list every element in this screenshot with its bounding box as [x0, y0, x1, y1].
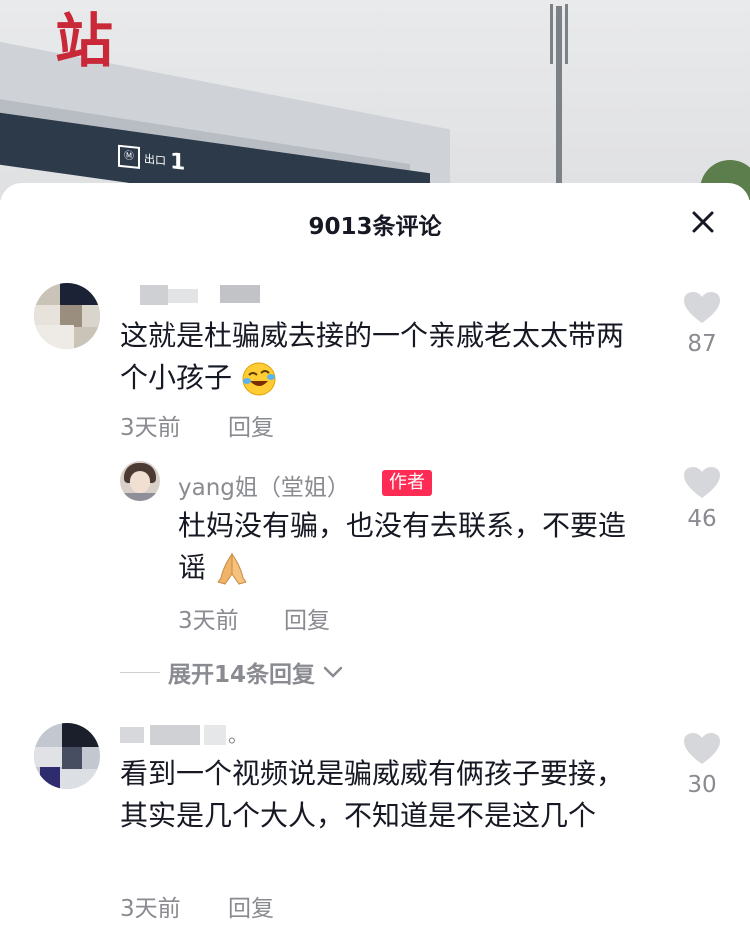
reply-button[interactable]: 回复 — [284, 601, 330, 635]
exit-number: 1 — [170, 148, 186, 176]
comment-text: 看到一个视频说是骗威威有俩孩子要接，其实是几个大人，不知道是不是这几个 — [120, 757, 625, 832]
author-avatar[interactable] — [120, 461, 160, 501]
expand-divider — [120, 671, 160, 673]
comment-time: 3天前 — [120, 896, 181, 922]
avatar[interactable] — [34, 283, 100, 349]
like-count: 87 — [687, 331, 717, 357]
reply-button[interactable]: 回复 — [228, 889, 274, 923]
antenna-tower — [556, 6, 562, 186]
station-sign: 站 — [55, 7, 116, 75]
rolling-laughing-emoji-icon — [242, 362, 276, 396]
like-count: 46 — [687, 506, 717, 532]
comments-count-title: 9013条评论 — [308, 214, 442, 240]
like-button[interactable]: 46 — [672, 466, 732, 532]
exit-label: 出口 — [144, 152, 166, 168]
metro-icon: Ⓜ — [118, 144, 140, 170]
like-button[interactable]: 30 — [672, 732, 732, 798]
comment-time: 3天前 — [120, 415, 181, 441]
heart-icon — [684, 467, 720, 498]
folded-hands-emoji-icon — [217, 552, 247, 585]
like-count: 30 — [687, 772, 717, 798]
username-blurred[interactable]: 。 — [120, 723, 250, 747]
reply-time: 3天前 — [178, 608, 239, 634]
avatar[interactable] — [34, 723, 100, 789]
like-button[interactable]: 87 — [672, 291, 732, 357]
username-suffix: 。 — [228, 723, 248, 747]
author-name[interactable]: yang姐（堂姐） — [178, 468, 350, 502]
close-icon — [692, 211, 714, 233]
heart-icon — [684, 733, 720, 764]
heart-icon — [684, 292, 720, 323]
video-background: 站 Ⓜ 出口 1 — [0, 0, 750, 200]
reply-button[interactable]: 回复 — [228, 408, 274, 442]
reply-text: 杜妈没有骗，也没有去联系，不要造谣 — [178, 509, 627, 585]
author-badge: 作者 — [382, 470, 432, 496]
username-blurred[interactable] — [140, 285, 260, 305]
chevron-down-icon — [323, 666, 343, 678]
comments-sheet: 9013条评论 这就是杜骗威去接的一个亲戚老太太带两个小孩子 3天前 回复 87… — [0, 183, 750, 927]
close-button[interactable] — [686, 205, 720, 239]
comment-text: 这就是杜骗威去接的一个亲戚老太太带两个小孩子 — [120, 315, 650, 399]
expand-replies-label: 展开14条回复 — [168, 662, 316, 688]
expand-replies-button[interactable]: 展开14条回复 — [120, 655, 343, 689]
